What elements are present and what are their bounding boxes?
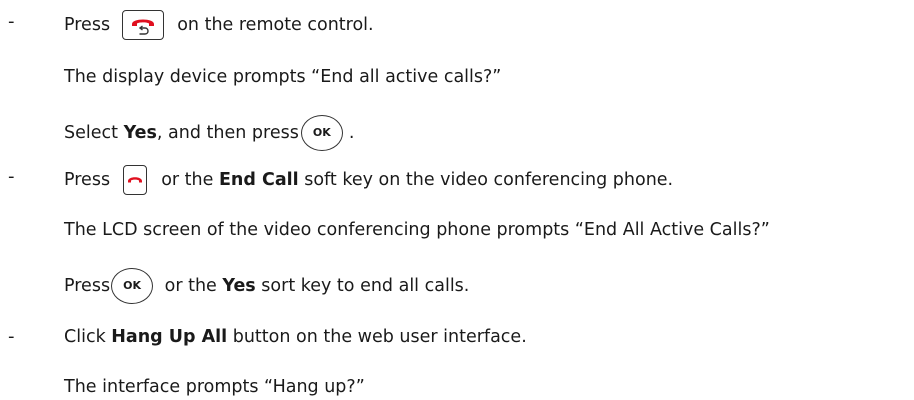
text: or the — [159, 276, 223, 296]
ok-key-icon: OK — [111, 268, 154, 304]
bold-text: Yes — [123, 123, 157, 143]
ok-key-icon: OK — [300, 115, 343, 151]
item2-line2: The LCD screen of the video conferencing… — [64, 220, 770, 240]
text: on the remote control. — [177, 15, 374, 35]
remote-hangup-key-icon — [121, 10, 164, 40]
end-call-key-icon — [122, 165, 147, 195]
text: or the — [161, 170, 219, 190]
item2-line1: Press or the End Call soft key on the vi… — [64, 165, 673, 195]
bullet-dash: - — [8, 11, 15, 32]
item1-line3: Select Yes, and then press OK. — [64, 115, 354, 151]
item2-line3: Press OK or the Yes sort key to end all c… — [64, 268, 469, 304]
text: sort key to end all calls. — [255, 276, 470, 296]
text: . — [348, 123, 355, 143]
text: Press — [64, 276, 111, 296]
bold-text: Hang Up All — [111, 327, 228, 347]
bullet-dash: - — [8, 326, 15, 347]
item3-line2: The interface prompts “Hang up?” — [64, 377, 365, 397]
bold-text: Yes — [222, 276, 256, 296]
text: button on the web user interface. — [227, 327, 527, 347]
text: soft key on the video conferencing phone… — [298, 170, 674, 190]
text: , and then press — [156, 123, 299, 143]
item1-line2: The display device prompts “End all acti… — [64, 67, 502, 87]
text: Press — [64, 170, 111, 190]
text: Press — [64, 15, 111, 35]
text: Select — [64, 123, 124, 143]
bold-text: End Call — [218, 170, 299, 190]
text: Click — [64, 327, 112, 347]
item3-line1: Click Hang Up All button on the web user… — [64, 324, 527, 350]
item1-line1: Press on the remote control. — [64, 10, 374, 40]
bullet-dash: - — [8, 166, 15, 187]
